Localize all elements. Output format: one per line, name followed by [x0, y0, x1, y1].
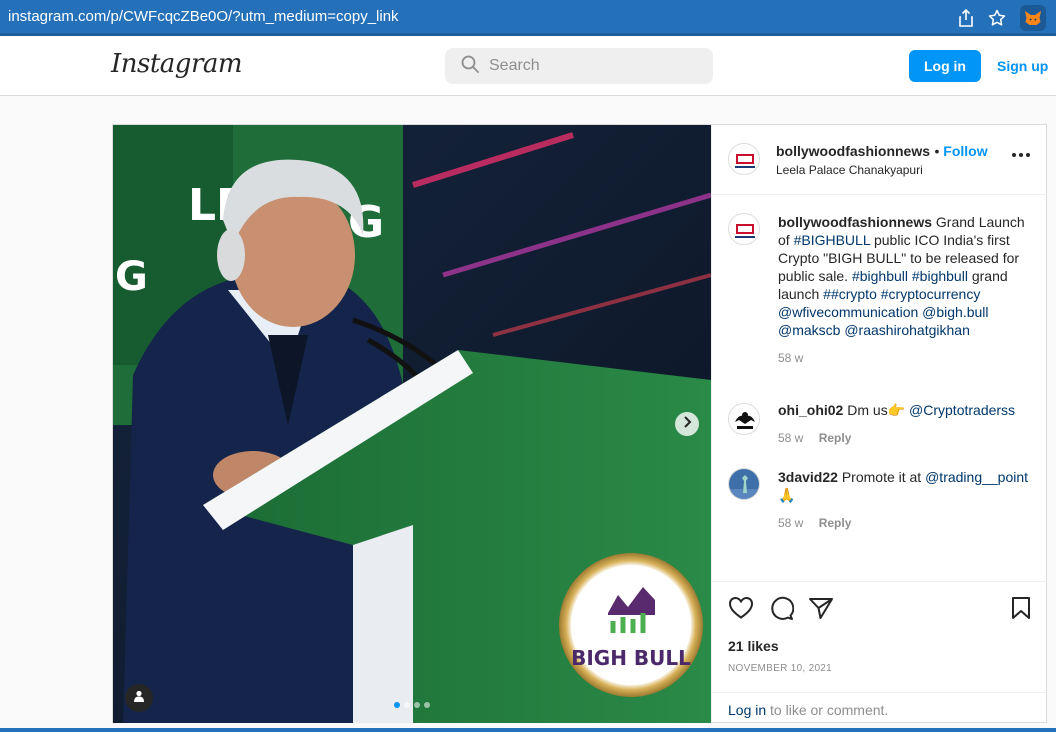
search-input[interactable]: Search — [445, 48, 713, 84]
hashtag-link[interactable]: #cryptocurrency — [881, 286, 981, 302]
author-avatar[interactable] — [728, 143, 760, 175]
login-button[interactable]: Log in — [909, 50, 981, 82]
caption-text: bollywoodfashionnews Grand Launch of #BI… — [778, 213, 1040, 367]
commenter-username[interactable]: 3david22 — [778, 469, 838, 485]
carousel-dot — [414, 702, 420, 708]
login-prompt-text: to like or comment. — [770, 702, 889, 718]
mention-link[interactable]: @makscb — [778, 322, 840, 338]
search-placeholder: Search — [489, 57, 540, 74]
metamask-fox-icon[interactable] — [1020, 5, 1046, 31]
hashtag-link[interactable]: #bighbull — [852, 268, 908, 284]
carousel-indicator — [394, 702, 430, 708]
star-icon[interactable] — [988, 9, 1006, 27]
share-paper-plane-icon[interactable] — [808, 596, 834, 625]
caption-avatar[interactable] — [728, 213, 760, 245]
caption: bollywoodfashionnews Grand Launch of #BI… — [728, 213, 1034, 383]
caption-username[interactable]: bollywoodfashionnews — [778, 214, 932, 230]
heart-icon[interactable] — [728, 596, 754, 625]
url-text[interactable]: instagram.com/p/CWFcqcZBe0O/?utm_medium=… — [8, 8, 399, 25]
separator-dot: • — [934, 143, 944, 159]
reply-button[interactable]: Reply — [819, 516, 852, 530]
mention-link[interactable]: @Cryptotraderss — [909, 402, 1015, 418]
caption-time[interactable]: 58 w — [778, 351, 803, 365]
share-icon[interactable] — [958, 9, 974, 27]
hashtag-link[interactable]: #bighbull — [912, 268, 968, 284]
comment-time[interactable]: 58 w — [778, 516, 803, 530]
instagram-logo[interactable]: Instagram — [111, 49, 243, 79]
commenter-avatar[interactable] — [728, 468, 760, 500]
caption-meta: 58 w — [778, 349, 1040, 367]
login-prompt: Log in to like or comment. — [712, 692, 1048, 724]
comment-text: 3david22 Promote it at @trading__point 🙏… — [778, 468, 1040, 532]
post-header: bollywoodfashionnews • Follow Leela Pala… — [712, 125, 1048, 195]
author-username[interactable]: bollywoodfashionnews — [776, 143, 930, 159]
post-date[interactable]: NOVEMBER 10, 2021 — [728, 663, 832, 674]
comment-icon[interactable] — [768, 596, 795, 625]
search-icon — [461, 55, 479, 78]
chevron-right-icon — [682, 415, 692, 433]
follow-button[interactable]: Follow — [943, 143, 987, 159]
comment-text: ohi_ohi02 Dm us👉 @Cryptotraderss 58 w Re… — [778, 401, 1040, 447]
person-icon — [133, 689, 145, 707]
post-image[interactable]: LE G G BIGH BULL — [113, 125, 711, 723]
comment-time[interactable]: 58 w — [778, 431, 803, 445]
carousel-dot — [394, 702, 400, 708]
post-side-panel: bollywoodfashionnews • Follow Leela Pala… — [711, 125, 1048, 723]
browser-toolbar-icons — [958, 5, 1046, 31]
mention-link[interactable]: @raashirohatgikhan — [844, 322, 970, 338]
carousel-dot — [404, 702, 410, 708]
tagged-users-button[interactable] — [125, 684, 153, 712]
podium-logo-text: BIGH BULL — [571, 646, 691, 670]
sign-text-left: G — [115, 254, 148, 300]
commenter-username[interactable]: ohi_ohi02 — [778, 402, 843, 418]
signup-link[interactable]: Sign up — [997, 58, 1048, 74]
instagram-header: Instagram Search Log in Sign up — [0, 36, 1056, 96]
comment-body: Dm us👉 — [847, 402, 906, 418]
event-photo: LE G G BIGH BULL — [113, 125, 711, 723]
login-link[interactable]: Log in — [728, 702, 766, 718]
comment-meta: 58 w Reply — [778, 514, 1040, 532]
author-line: bollywoodfashionnews • Follow — [776, 143, 988, 161]
comment-meta: 58 w Reply — [778, 429, 1040, 447]
browser-bottom-edge — [0, 728, 1056, 732]
post-location[interactable]: Leela Palace Chanakyapuri — [776, 163, 923, 177]
mention-link[interactable]: @bigh.bull — [922, 304, 988, 320]
carousel-dot — [424, 702, 430, 708]
post-actions: 21 likes NOVEMBER 10, 2021 Log in to lik… — [712, 581, 1048, 723]
likes-count[interactable]: 21 likes — [728, 638, 779, 654]
reply-button[interactable]: Reply — [819, 431, 852, 445]
mention-link[interactable]: @trading__point — [925, 469, 1028, 485]
more-options-icon[interactable] — [1012, 153, 1030, 157]
carousel-next-button[interactable] — [675, 412, 699, 436]
hashtag-link[interactable]: #BIGHBULL — [794, 232, 871, 248]
mention-link[interactable]: @wfivecommunication — [778, 304, 918, 320]
comment-item: ohi_ohi02 Dm us👉 @Cryptotraderss 58 w Re… — [728, 401, 1034, 451]
commenter-avatar[interactable] — [728, 403, 760, 435]
comment-body: Promote it at — [841, 469, 922, 485]
action-icons — [728, 596, 834, 625]
hashtag-link[interactable]: ##crypto — [823, 286, 877, 302]
comment-item: 3david22 Promote it at @trading__point 🙏… — [728, 468, 1034, 530]
browser-address-bar: instagram.com/p/CWFcqcZBe0O/?utm_medium=… — [0, 0, 1056, 36]
praying-hands-emoji: 🙏 — [778, 487, 796, 503]
post-card: LE G G BIGH BULL bollywoodfashionnews • … — [112, 124, 1048, 723]
bookmark-icon[interactable] — [1010, 596, 1032, 625]
